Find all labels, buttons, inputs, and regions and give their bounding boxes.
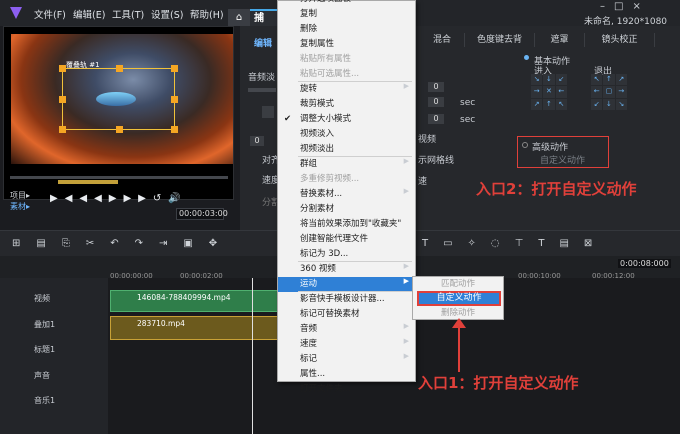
- window-controls[interactable]: –□×: [600, 1, 650, 12]
- menu-separator: [298, 291, 412, 292]
- context-menu-item[interactable]: 调整大小模式 ✔: [278, 112, 415, 127]
- sec-label: sec: [460, 98, 476, 108]
- context-menu-item[interactable]: 分割素材: [278, 202, 415, 217]
- submenu-arrow-icon: ▶: [403, 82, 409, 90]
- audio-fade-label: 音频淡: [248, 73, 276, 83]
- menu-separator: [298, 156, 412, 157]
- playback-controls[interactable]: ▶◀◀◀▶▶▶↺🔊: [50, 193, 188, 204]
- context-menu-item[interactable]: 速度: [278, 337, 415, 352]
- context-menu-item[interactable]: 旋转: [278, 82, 415, 97]
- value-field[interactable]: 0: [428, 114, 444, 124]
- speed-label: 速: [418, 177, 428, 187]
- preview-scrubber[interactable]: [10, 176, 228, 179]
- context-menu-item[interactable]: 删除: [278, 22, 415, 37]
- mode-clip[interactable]: 素材▸: [10, 201, 30, 212]
- trim-range[interactable]: [58, 180, 118, 184]
- value-field[interactable]: 0: [428, 97, 444, 107]
- context-menu-item[interactable]: 视频淡出: [278, 142, 415, 157]
- menu-separator: [298, 81, 412, 82]
- submenu-arrow-icon: ▶: [403, 187, 409, 195]
- menu-tools[interactable]: 工具(T): [112, 7, 144, 21]
- mode-project[interactable]: 项目▸: [10, 190, 30, 201]
- context-menu-item[interactable]: 替换素材...: [278, 187, 415, 202]
- track-video: 视频: [34, 294, 50, 303]
- track-header-panel: [0, 278, 108, 434]
- video-clip[interactable]: 146084-788409994.mp4: [110, 290, 280, 312]
- overlay-label: 覆叠轨 #1: [66, 61, 100, 69]
- volume-slider[interactable]: [248, 88, 276, 92]
- track-music: 音乐1: [34, 396, 56, 405]
- context-menu-item[interactable]: 音频: [278, 322, 415, 337]
- grid-label: 示网格线: [418, 156, 455, 166]
- menu-edit[interactable]: 编辑(E): [73, 7, 105, 21]
- rotate-icon[interactable]: [262, 106, 274, 118]
- exit-direction-grid[interactable]: ↖ ↑ ↗ ← ▢ → ↙ ↓ ↘: [591, 74, 627, 110]
- context-menu-item[interactable]: 创建智能代理文件: [278, 232, 415, 247]
- tab-chroma[interactable]: 色度键去背: [465, 33, 535, 47]
- tab-mask[interactable]: 遮罩: [535, 33, 585, 47]
- context-menu-item[interactable]: 粘贴所有属性: [278, 52, 415, 67]
- toolbar-icons-right[interactable]: T▭✧◌⊤T▤⊠: [422, 238, 607, 249]
- track-overlay: 叠加1: [34, 320, 56, 329]
- context-menu-item[interactable]: 复制属性: [278, 37, 415, 52]
- overlay-selection-box[interactable]: [59, 65, 178, 133]
- track-voice: 声音: [34, 371, 50, 380]
- track-title: 标题1: [34, 345, 56, 354]
- submenu-arrow-icon: ▶: [403, 337, 409, 345]
- context-menu-item[interactable]: 群组: [278, 157, 415, 172]
- enter-direction-grid[interactable]: ↘ ↓ ↙ → ✕ ← ↗ ↑ ↖: [531, 74, 567, 110]
- context-menu-item[interactable]: 裁剪模式: [278, 97, 415, 112]
- custom-motion-menu-item[interactable]: 自定义动作: [417, 291, 501, 306]
- context-menu-item[interactable]: 标记: [278, 352, 415, 367]
- context-menu-item[interactable]: 多重修剪视频...: [278, 172, 415, 187]
- context-menu-item[interactable]: 粘贴可选属性...: [278, 67, 415, 82]
- home-icon[interactable]: ⌂: [228, 9, 250, 26]
- context-menu-item[interactable]: 运动: [278, 277, 415, 292]
- menu-help[interactable]: 帮助(H): [190, 7, 224, 21]
- context-menu-item[interactable]: 将当前效果添加到"收藏夹": [278, 217, 415, 232]
- tab-capture[interactable]: 捕: [250, 9, 280, 26]
- video-label: 视频: [418, 135, 437, 145]
- submenu-arrow-icon: ▶: [403, 157, 409, 165]
- annotation-entry2: 入口2：打开自定义动作: [476, 180, 637, 198]
- context-menu-item[interactable]: 360 视频: [278, 262, 415, 277]
- submenu-arrow-icon: ▶: [403, 352, 409, 360]
- app-logo-icon: [9, 6, 23, 23]
- menu-settings[interactable]: 设置(S): [151, 7, 183, 21]
- match-motion-item[interactable]: 匹配动作: [413, 277, 503, 291]
- submenu-arrow-icon: ▶: [403, 277, 409, 285]
- annotation-entry1: 入口1：打开自定义动作: [418, 374, 579, 392]
- submenu-arrow-icon: ▶: [403, 262, 409, 270]
- annotation-arrow: [458, 322, 460, 372]
- context-menu-item[interactable]: 复制: [278, 7, 415, 22]
- timecode[interactable]: 00:00:03:00: [176, 208, 228, 220]
- tab-edit[interactable]: 编辑: [254, 36, 272, 49]
- check-icon: ✔: [284, 114, 292, 124]
- basic-motion-radio[interactable]: [524, 55, 529, 60]
- menu-separator: [298, 261, 412, 262]
- value-field[interactable]: 0: [428, 82, 444, 92]
- zoom-time[interactable]: 0:00:08:000: [618, 259, 671, 268]
- context-menu: 打开选项面板复制删除复制属性粘贴所有属性粘贴可选属性...旋转▶裁剪模式调整大小…: [277, 0, 416, 394]
- context-menu-item[interactable]: 打开选项面板: [278, 0, 415, 7]
- context-menu-item[interactable]: 视频淡入: [278, 127, 415, 142]
- sec-label: sec: [460, 115, 476, 125]
- motion-submenu: 匹配动作 自定义动作 删除动作: [412, 276, 504, 320]
- context-menu-item[interactable]: 标记可替换素材: [278, 307, 415, 322]
- context-menu-item[interactable]: 影音快手模板设计器...: [278, 292, 415, 307]
- context-menu-item[interactable]: 标记为 3D...: [278, 247, 415, 262]
- context-menu-item[interactable]: 属性...: [278, 367, 415, 382]
- toolbar-icons[interactable]: ⊞▤⎘✂↶↷⇥▣✥: [12, 238, 233, 249]
- overlay-clip[interactable]: 283710.mp4: [110, 316, 280, 340]
- highlight-box-entry2: [517, 136, 609, 168]
- tab-blend[interactable]: 混合: [420, 33, 465, 47]
- tab-lens[interactable]: 镜头校正: [585, 33, 655, 47]
- menu-file[interactable]: 文件(F): [34, 7, 66, 21]
- value-field[interactable]: 0: [250, 136, 264, 146]
- submenu-arrow-icon: ▶: [403, 322, 409, 330]
- playhead[interactable]: [252, 278, 253, 434]
- context-menu-item[interactable]: 打开文件夹...: [278, 382, 415, 397]
